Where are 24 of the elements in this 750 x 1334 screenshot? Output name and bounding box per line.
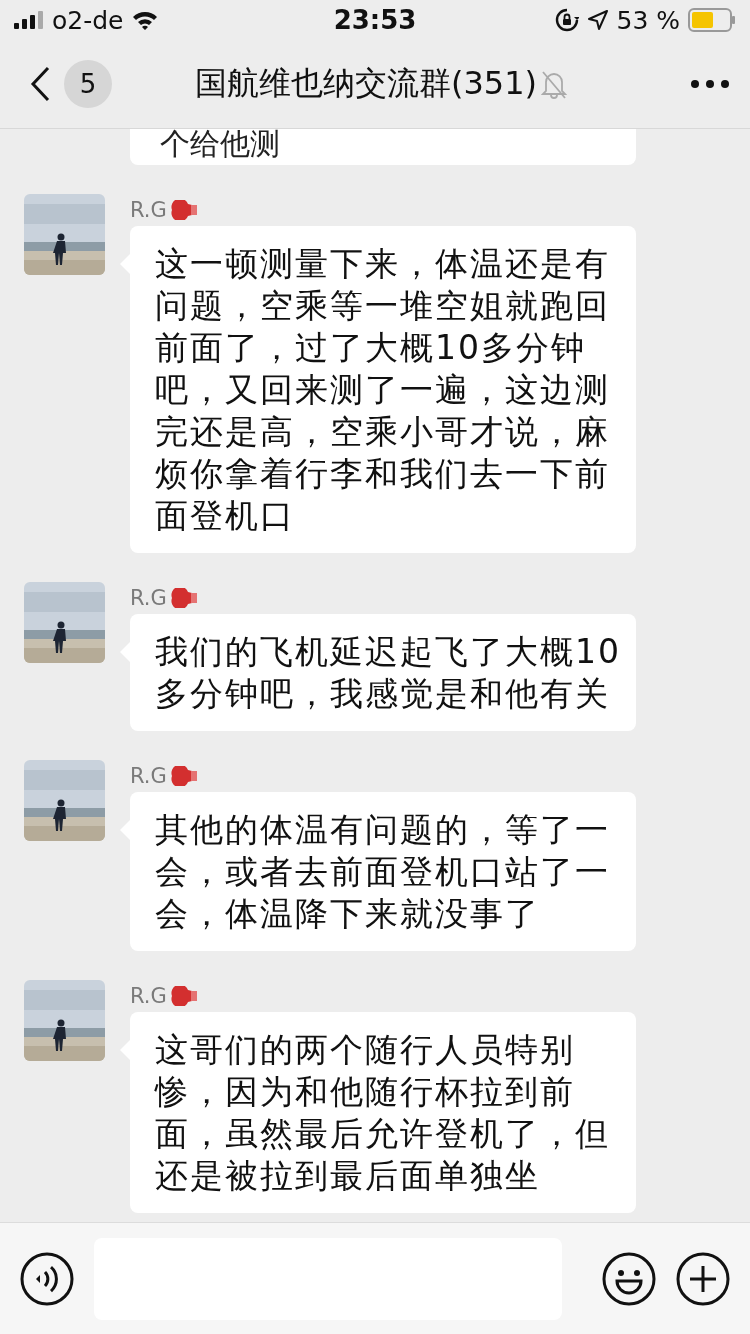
- location-arrow-icon: [586, 9, 609, 31]
- message-text: 个给他测: [130, 129, 636, 165]
- message-bubble: 其他的体温有问题的，等了一会，或者去前面登机口站了一会，体温降下来就没事了: [130, 792, 636, 951]
- emoji-icon[interactable]: [602, 1251, 656, 1306]
- carrier-name: o2-de: [52, 5, 124, 35]
- rotation-lock-icon: [554, 8, 579, 32]
- back-icon[interactable]: [30, 66, 50, 102]
- sender-name: R.G: [130, 984, 167, 1008]
- clock-time: 23:53: [333, 5, 417, 35]
- message-bubble: 这一顿测量下来，体温还是有问题，空乘等一堆空姐就跑回前面了，过了大概10多分钟吧，又回来测了一遍，这边测完还是高，空乘小哥才说，麻烦你拿着行李和我们去一下前面登机口: [130, 226, 636, 553]
- chat-title: 国航维也纳交流群(351): [194, 63, 537, 104]
- wifi-icon: [131, 10, 160, 30]
- more-icon[interactable]: [690, 79, 730, 89]
- battery-icon: [688, 8, 736, 32]
- battery-percentage: 53 %: [616, 5, 680, 35]
- sender-name: R.G: [130, 586, 167, 610]
- add-icon[interactable]: [676, 1251, 730, 1306]
- signal-icon: [14, 11, 44, 29]
- message-bubble: 这哥们的两个随行人员特别惨，因为和他随行杯拉到前面，虽然最后允许登机了，但还是被拉到最后面单独坐: [130, 1012, 636, 1213]
- unread-count-badge[interactable]: 5: [64, 60, 112, 108]
- voice-icon[interactable]: [20, 1251, 74, 1306]
- sender-name: R.G: [130, 764, 167, 788]
- message-bubble: 我们的飞机延迟起飞了大概10多分钟吧，我感觉是和他有关: [130, 614, 636, 731]
- sender-name: R.G: [130, 198, 167, 222]
